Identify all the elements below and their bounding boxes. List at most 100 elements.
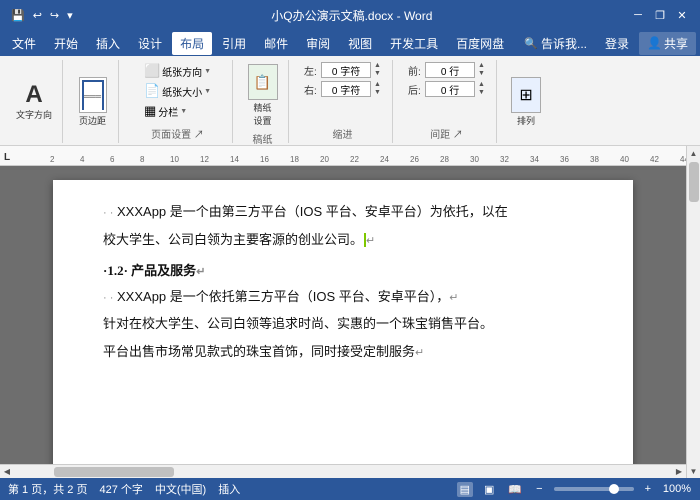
view-read-button[interactable]: 📖 — [505, 482, 525, 497]
spacing-after-up[interactable]: ▲ — [478, 81, 485, 89]
menu-design[interactable]: 设计 — [130, 32, 170, 55]
menu-layout[interactable]: 布局 — [172, 32, 212, 55]
close-button[interactable]: ✕ — [672, 5, 692, 25]
scroll-down-button[interactable]: ▼ — [687, 464, 700, 478]
para-mark-5: ↵ — [415, 347, 424, 359]
menu-tell[interactable]: 🔍 告诉我... — [516, 32, 595, 55]
insert-mode[interactable]: 插入 — [218, 481, 240, 497]
indent-left-label: 左: — [304, 63, 318, 78]
para-mark-2: ↵ — [366, 235, 375, 247]
stencil-button[interactable]: 📋 精纸设置 — [244, 62, 282, 129]
spacing-after-down[interactable]: ▼ — [478, 89, 485, 97]
app-window: 💾 ↩ ↪ ▾ 小Q办公演示文稿.docx - Word ─ ❐ ✕ 文件 开始… — [0, 0, 700, 500]
ruler-mark-14: 14 — [230, 155, 239, 164]
ruler-mark-24: 24 — [380, 155, 389, 164]
page-orient-row: ⬜ 纸张方向 ▼ — [141, 62, 214, 80]
orientation-icon: ⬜ — [144, 63, 160, 79]
indent-left-input[interactable] — [321, 62, 371, 78]
scroll-right-button[interactable]: ▶ — [672, 465, 686, 478]
undo-button[interactable]: ↩ — [30, 7, 45, 24]
redo-button[interactable]: ↪ — [47, 7, 62, 24]
arrange-button[interactable]: ⊞ 排列 — [507, 75, 545, 129]
menu-share[interactable]: 👤 共享 — [639, 32, 696, 55]
scroll-left-button[interactable]: ◀ — [0, 465, 14, 478]
indent-right-down[interactable]: ▼ — [374, 89, 381, 97]
menu-dev[interactable]: 开发工具 — [382, 32, 446, 55]
minimize-button[interactable]: ─ — [628, 5, 648, 25]
textdir-content: A 文字方向 — [12, 62, 56, 141]
stencil-icon: 📋 — [248, 64, 278, 100]
menu-view[interactable]: 视图 — [340, 32, 380, 55]
scroll-v-thumb[interactable] — [689, 162, 699, 202]
scroll-v-track[interactable] — [687, 160, 700, 464]
document-page[interactable]: · · XXXApp 是一个由第三方平台（IOS 平台、安卓平台）为依托，以在 … — [53, 180, 633, 464]
scroll-h-thumb[interactable] — [54, 467, 174, 477]
orientation-arrow: ▼ — [204, 68, 211, 75]
menu-review[interactable]: 审阅 — [298, 32, 338, 55]
title-bar-left: 💾 ↩ ↪ ▾ — [8, 7, 76, 24]
ruler-mark-38: 38 — [590, 155, 599, 164]
pagesetup-expand-icon[interactable]: ↗ — [194, 130, 204, 141]
menu-insert[interactable]: 插入 — [88, 32, 128, 55]
restore-button[interactable]: ❐ — [650, 5, 670, 25]
menu-file[interactable]: 文件 — [4, 32, 44, 55]
save-button[interactable]: 💾 — [8, 7, 28, 24]
ribbon-group-spacing: 前: ▲ ▼ 后: ▲ ▼ 间距 ↗ — [397, 60, 497, 143]
customize-button[interactable]: ▾ — [64, 7, 76, 24]
pagesetup-label: 页面设置 ↗ — [151, 124, 204, 141]
doc-para-1: · · XXXApp 是一个由第三方平台（IOS 平台、安卓平台）为依托，以在 — [103, 200, 583, 224]
scroll-up-button[interactable]: ▲ — [687, 146, 700, 160]
view-print-button[interactable]: ▤ — [457, 482, 473, 497]
scroll-h-track[interactable] — [14, 465, 672, 478]
columns-button[interactable]: ▦ 分栏 ▼ — [141, 102, 190, 120]
menu-mail[interactable]: 邮件 — [256, 32, 296, 55]
ruler-mark-42: 42 — [650, 155, 659, 164]
ruler-mark-22: 22 — [350, 155, 359, 164]
menu-references[interactable]: 引用 — [214, 32, 254, 55]
document-scroll-area[interactable]: L 2 4 6 8 10 12 14 16 18 20 22 24 26 28 — [0, 146, 686, 478]
ribbon-group-stencil: 📋 精纸设置 稿纸 — [237, 60, 289, 143]
indent-mark-3: · · — [103, 292, 113, 304]
zoom-plus-button[interactable]: + — [642, 482, 654, 496]
spacing-expand-icon[interactable]: ↗ — [453, 130, 463, 141]
textdir-button[interactable]: A 文字方向 — [12, 81, 56, 123]
scrollbar-horizontal[interactable]: ◀ ▶ — [0, 464, 686, 478]
spacing-before-input[interactable] — [425, 62, 475, 78]
margins-button[interactable]: ═══ 页边距 — [75, 75, 111, 129]
orientation-button[interactable]: ⬜ 纸张方向 ▼ — [141, 62, 214, 80]
ruler-mark-12: 12 — [200, 155, 209, 164]
scrollbar-vertical[interactable]: ▲ ▼ — [686, 146, 700, 478]
zoom-thumb[interactable] — [609, 484, 619, 494]
pagesize-button[interactable]: 📄 纸张大小 ▼ — [141, 82, 214, 100]
ribbon-group-pagesetup: ⬜ 纸张方向 ▼ 📄 纸张大小 ▼ ▦ 分栏 — [123, 60, 233, 143]
para-3-text: XXXApp 是一个依托第三方平台（IOS 平台、安卓平台）， — [117, 289, 449, 304]
indent-right-input[interactable] — [321, 81, 371, 97]
ruler-mark-2: 2 — [50, 155, 54, 164]
zoom-minus-button[interactable]: − — [533, 482, 545, 496]
status-right: ▤ ▣ 📖 − + 100% — [457, 482, 692, 497]
spacing-after-label: 后: — [408, 82, 422, 97]
view-web-button[interactable]: ▣ — [481, 482, 497, 497]
menu-bar: 文件 开始 插入 设计 布局 引用 邮件 审阅 视图 开发工具 百度网盘 🔍 告… — [0, 30, 700, 56]
textdir-icon: A — [25, 83, 42, 107]
arrange-icon: ⊞ — [511, 77, 541, 113]
spacing-label: 间距 ↗ — [430, 124, 463, 141]
ruler-mark-30: 30 — [470, 155, 479, 164]
content-area: L 2 4 6 8 10 12 14 16 18 20 22 24 26 28 — [0, 146, 700, 478]
menu-home[interactable]: 开始 — [46, 32, 86, 55]
spacing-before-up[interactable]: ▲ — [478, 62, 485, 70]
indent-left-up[interactable]: ▲ — [374, 62, 381, 70]
menu-login[interactable]: 登录 — [597, 32, 637, 55]
para-mark-heading: ↵ — [196, 266, 205, 278]
spacing-content: 前: ▲ ▼ 后: ▲ ▼ — [408, 62, 485, 124]
spacing-before-down[interactable]: ▼ — [478, 70, 485, 78]
spacing-after-input[interactable] — [425, 81, 475, 97]
indent-left-down[interactable]: ▼ — [374, 70, 381, 78]
indent-right-up[interactable]: ▲ — [374, 81, 381, 89]
ruler-mark-20: 20 — [320, 155, 329, 164]
word-count: 427 个字 — [99, 481, 142, 497]
menu-baidu[interactable]: 百度网盘 — [448, 32, 512, 55]
zoom-level[interactable]: 100% — [662, 483, 692, 495]
zoom-slider[interactable] — [554, 487, 634, 491]
pagesize-arrow: ▼ — [204, 88, 211, 95]
